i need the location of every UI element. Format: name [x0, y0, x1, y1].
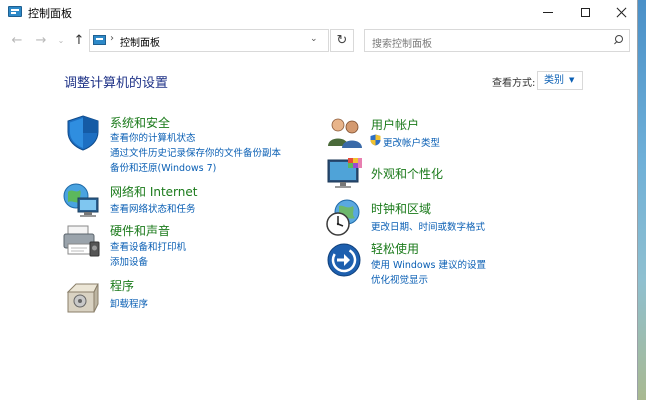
search-box[interactable]: 搜索控制面板: [364, 29, 630, 52]
link-view-computer-status[interactable]: 查看你的计算机状态: [110, 130, 196, 144]
back-button[interactable]: ←: [8, 32, 26, 50]
category-system-security[interactable]: 系统和安全: [110, 114, 170, 131]
programs-icon[interactable]: [64, 278, 102, 316]
control-panel-icon: [93, 35, 106, 45]
maximize-button[interactable]: [567, 0, 603, 24]
ease-of-access-icon[interactable]: [326, 242, 362, 278]
view-by-label: 查看方式:: [492, 78, 536, 89]
uac-shield-icon: [370, 134, 381, 146]
close-icon: [616, 7, 627, 18]
control-panel-app-icon: [8, 6, 22, 17]
category-user-accounts[interactable]: 用户帐户: [371, 116, 419, 133]
search-icon[interactable]: [613, 35, 623, 45]
shield-icon[interactable]: [64, 114, 102, 152]
search-input[interactable]: 搜索控制面板: [372, 35, 432, 50]
navigation-bar: ← → ⌄ ↑ › 控制面板 ⌄ ↻ 搜索控制面板: [0, 26, 638, 56]
link-network-status[interactable]: 查看网络状态和任务: [110, 201, 196, 215]
category-network-internet[interactable]: 网络和 Internet: [110, 183, 197, 200]
breadcrumb-control-panel[interactable]: 控制面板: [120, 34, 160, 49]
window-title: 控制面板: [28, 7, 72, 20]
title-bar: 控制面板: [0, 0, 638, 24]
link-change-account-type[interactable]: 更改帐户类型: [383, 135, 440, 149]
view-by-dropdown[interactable]: 类别 ▼: [537, 71, 583, 90]
link-uninstall-program[interactable]: 卸载程序: [110, 296, 148, 310]
close-button[interactable]: [603, 0, 639, 24]
address-bar[interactable]: › 控制面板 ⌄: [89, 29, 329, 52]
clock-globe-icon[interactable]: [325, 198, 363, 238]
desktop-background-edge: [638, 0, 646, 400]
minimize-button[interactable]: [530, 0, 566, 24]
link-file-history-backup[interactable]: 通过文件历史记录保存你的文件备份副本: [110, 145, 281, 159]
view-by-value: 类别: [544, 75, 564, 86]
link-backup-restore[interactable]: 备份和还原(Windows 7): [110, 160, 216, 174]
link-windows-recommended-settings[interactable]: 使用 Windows 建议的设置: [371, 257, 486, 271]
chevron-down-icon: ▼: [569, 76, 575, 84]
category-ease-of-access[interactable]: 轻松使用: [371, 240, 419, 257]
forward-button[interactable]: →: [32, 32, 50, 50]
category-programs[interactable]: 程序: [110, 277, 134, 294]
category-hardware-sound[interactable]: 硬件和声音: [110, 222, 170, 239]
breadcrumb-separator[interactable]: ›: [110, 33, 114, 44]
link-add-device[interactable]: 添加设备: [110, 254, 148, 268]
maximize-icon: [580, 7, 590, 17]
link-change-date-time-format[interactable]: 更改日期、时间或数字格式: [371, 219, 485, 233]
link-devices-printers[interactable]: 查看设备和打印机: [110, 239, 186, 253]
category-appearance-personalization[interactable]: 外观和个性化: [371, 165, 443, 182]
page-title: 调整计算机的设置: [64, 76, 169, 91]
minimize-icon: [543, 11, 553, 13]
network-globe-icon[interactable]: [62, 182, 102, 220]
address-dropdown-button[interactable]: ⌄: [310, 34, 318, 44]
printer-icon[interactable]: [62, 222, 102, 260]
category-clock-region[interactable]: 时钟和区域: [371, 200, 431, 217]
link-optimize-visual-display[interactable]: 优化视觉显示: [371, 272, 428, 286]
appearance-monitor-icon[interactable]: [326, 156, 364, 192]
refresh-button[interactable]: ↻: [330, 29, 354, 52]
up-button[interactable]: ↑: [70, 32, 88, 50]
control-panel-window: 控制面板 ← → ⌄ ↑ › 控制面板 ⌄ ↻ 搜索控制面板 调整计算机的设置 …: [0, 0, 638, 400]
user-accounts-icon[interactable]: [326, 116, 364, 150]
recent-locations-button[interactable]: ⌄: [52, 32, 70, 50]
